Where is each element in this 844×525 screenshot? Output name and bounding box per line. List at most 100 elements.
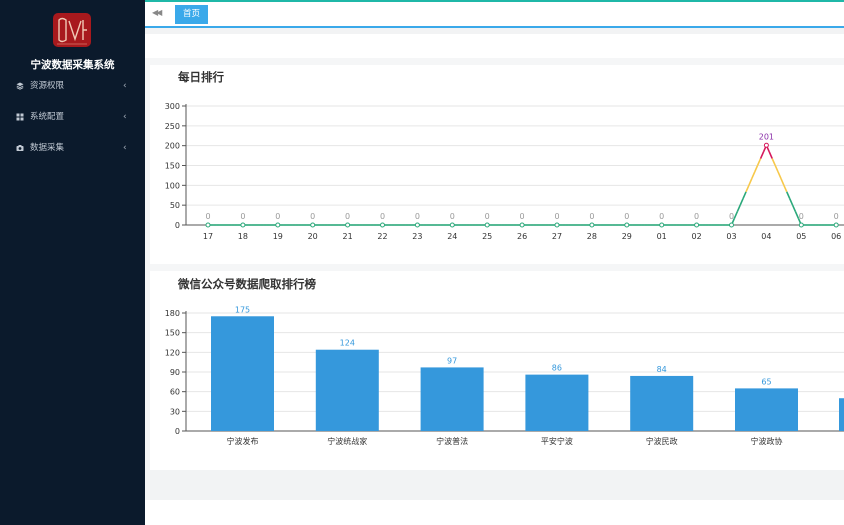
wechat-ranking-chart: 0 30 60 90 120 150 180 175 宁波发布 124 宁波统战家 97 宁波普法 86 平… — [165, 305, 844, 446]
bottom-panel — [150, 470, 844, 500]
logo — [53, 13, 91, 47]
y-tick-label: 100 — [165, 181, 180, 190]
data-label: 0 — [275, 212, 280, 221]
y-tick-label: 180 — [165, 309, 180, 318]
panel-title: 微信公众号数据爬取排行榜 — [178, 277, 316, 291]
y-tick-label: 150 — [165, 162, 180, 171]
y-tick-label: 0 — [175, 221, 180, 230]
bar — [525, 374, 589, 431]
y-tick-label: 30 — [170, 407, 180, 416]
data-label: 124 — [340, 339, 355, 348]
y-tick-label: 250 — [165, 122, 180, 131]
x-tick-label: 25 — [482, 232, 492, 241]
x-tick-label: 28 — [587, 232, 597, 241]
x-tick-label: 27 — [552, 232, 562, 241]
series-line-segment — [788, 198, 794, 206]
x-tick-label: 18 — [238, 232, 248, 241]
sidebar-item-system-config[interactable]: 系统配置 ‹ — [0, 106, 145, 128]
bar — [315, 349, 379, 431]
sidebar: 宁波数据采集系统 资源权限 ‹ 系统配置 ‹ 数据采集 ‹ — [0, 0, 145, 525]
y-tick-label: 50 — [170, 201, 180, 210]
x-tick-label: 19 — [273, 232, 283, 241]
x-tick-label: 04 — [761, 232, 771, 241]
bar — [630, 375, 694, 431]
series-line-segment — [759, 151, 765, 159]
series-line-segment — [791, 204, 797, 213]
bar — [420, 367, 484, 431]
series-line-segment — [748, 178, 753, 186]
data-label: 0 — [415, 212, 420, 221]
sidebar-item-resource-permission[interactable]: 资源权限 ‹ — [0, 75, 145, 97]
data-point — [414, 222, 420, 228]
series-line-segment — [771, 158, 776, 166]
x-tick-label: 01 — [657, 232, 667, 241]
bar-clipped — [839, 398, 844, 431]
data-point — [589, 222, 595, 228]
data-point — [240, 222, 246, 228]
data-label: 0 — [310, 212, 315, 221]
y-tick-label: 0 — [175, 427, 180, 436]
data-point — [310, 222, 316, 228]
data-label: 0 — [240, 212, 245, 221]
footer — [145, 500, 844, 525]
data-label: 175 — [235, 305, 250, 314]
x-tick-label: 02 — [692, 232, 702, 241]
x-tick-label: 06 — [831, 232, 841, 241]
x-tick-label: 05 — [796, 232, 806, 241]
series-line-segment — [774, 164, 779, 173]
content-header — [145, 34, 844, 58]
data-point — [275, 222, 281, 228]
data-label: 86 — [552, 364, 562, 373]
y-tick-label: 120 — [165, 348, 180, 357]
data-label: 0 — [659, 212, 664, 221]
tab-home[interactable]: 首页 — [175, 5, 208, 24]
data-point — [484, 222, 490, 228]
double-chevron-left-icon[interactable]: ◀◀ — [152, 8, 162, 17]
series-line-segment — [742, 191, 747, 199]
data-label: 0 — [205, 212, 210, 221]
y-tick-label: 90 — [170, 368, 180, 377]
app-title: 宁波数据采集系统 — [30, 59, 115, 71]
series-line-segment — [739, 198, 744, 206]
camera-icon — [16, 145, 24, 151]
x-tick-label: 26 — [517, 232, 527, 241]
series-line-segment — [745, 184, 750, 193]
x-tick-label: 20 — [308, 232, 318, 241]
daily-ranking-panel: 每日排行 0 50 100 150 200 250 300 17 18 19 20 21 22 23 24 2… — [150, 65, 844, 264]
data-point — [729, 222, 734, 228]
bar — [211, 316, 274, 431]
series-line-segment — [751, 171, 756, 179]
x-tick-label: 平安宁波 — [541, 436, 573, 446]
data-point — [554, 222, 560, 228]
data-label: 0 — [834, 212, 839, 221]
sidebar-item-label: 系统配置 — [30, 112, 65, 122]
data-label: 0 — [485, 212, 490, 221]
data-label: 0 — [694, 212, 699, 221]
data-point — [833, 222, 839, 228]
data-label: 84 — [657, 365, 667, 374]
chevron-left-icon: ‹ — [123, 81, 127, 91]
data-point — [624, 222, 630, 228]
data-label: 0 — [624, 212, 629, 221]
data-point — [205, 222, 211, 228]
top-tab-bar: ◀◀ 首页 — [145, 0, 844, 28]
x-tick-label: 宁波政协 — [751, 436, 783, 446]
data-label: 0 — [589, 212, 594, 221]
series-line-segment — [786, 191, 791, 199]
series-line-segment — [733, 211, 739, 219]
data-label: 65 — [761, 377, 771, 386]
y-tick-label: 150 — [165, 329, 180, 338]
data-point — [345, 222, 351, 228]
series-line-segment — [754, 164, 759, 173]
data-label: 0 — [799, 212, 804, 221]
layers-icon — [16, 82, 24, 90]
y-tick-label: 300 — [165, 102, 180, 111]
data-label: 0 — [380, 212, 385, 221]
panel-title: 每日排行 — [178, 70, 224, 84]
x-tick-label: 宁波发布 — [227, 436, 259, 446]
x-tick-label: 宁波统战家 — [327, 436, 367, 446]
y-tick-label: 60 — [170, 388, 180, 397]
sidebar-item-data-collection[interactable]: 数据采集 ‹ — [0, 137, 145, 159]
x-tick-label: 宁波普法 — [436, 436, 468, 446]
x-tick-label: 23 — [412, 232, 422, 241]
